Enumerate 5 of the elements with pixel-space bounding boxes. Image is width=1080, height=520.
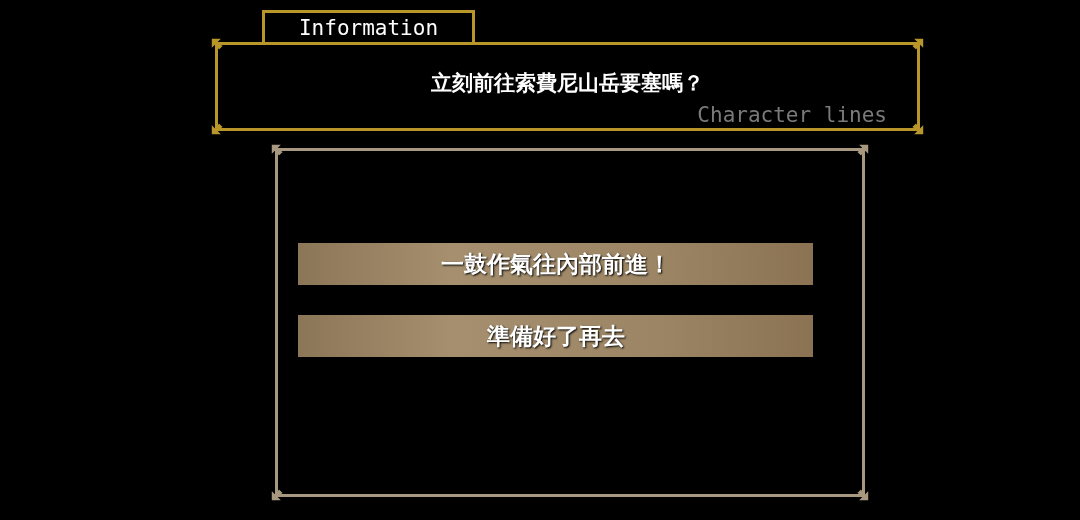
message-text: 立刻前往索費尼山岳要塞嗎？ [431, 70, 704, 97]
choice-button[interactable]: 準備好了再去 [298, 315, 813, 357]
choice-button[interactable]: 一鼓作氣往內部前進！ [298, 243, 813, 285]
caption-text: Character lines [697, 103, 887, 127]
header-title: Information [298, 15, 439, 40]
